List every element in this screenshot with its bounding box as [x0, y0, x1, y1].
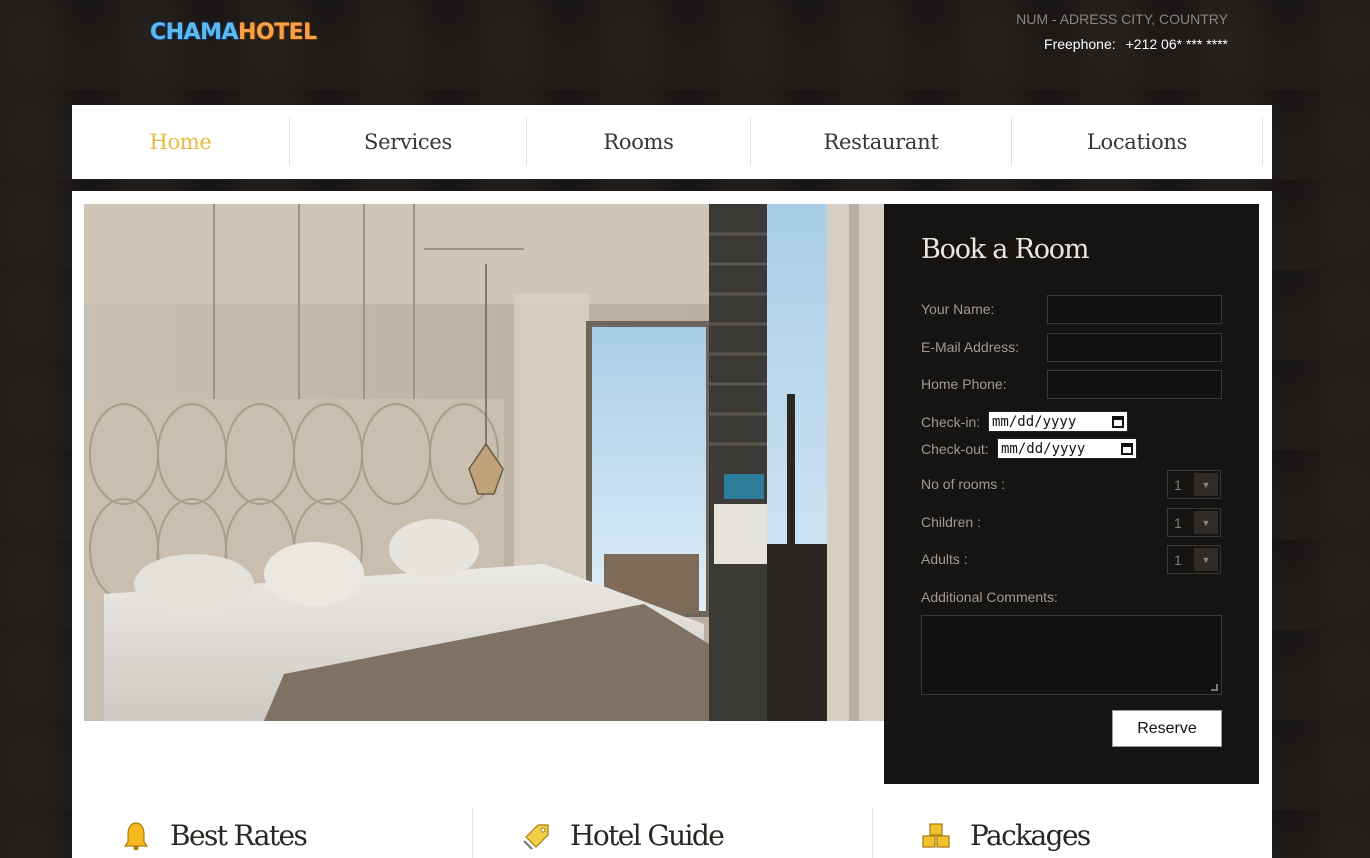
- nav-item-services[interactable]: Services: [290, 118, 527, 166]
- chevron-down-icon: ▼: [1194, 511, 1218, 534]
- address-text: NUM - ADRESS CITY, COUNTRY: [1016, 11, 1228, 27]
- checkout-value: mm/dd/yyyy: [1001, 440, 1086, 457]
- tag-icon: [523, 823, 549, 850]
- phone-label: Home Phone:: [921, 376, 1007, 392]
- feature-packages[interactable]: Packages: [922, 808, 1091, 858]
- adults-value: 1: [1174, 551, 1182, 568]
- hotel-room-image: [84, 204, 884, 721]
- checkin-value: mm/dd/yyyy: [992, 413, 1077, 430]
- main-nav: Home Services Rooms Restaurant Locations: [72, 105, 1272, 179]
- phone-line: Freephone: +212 06* *** ****: [1016, 36, 1228, 52]
- children-value: 1: [1174, 514, 1182, 531]
- adults-label: Adults :: [921, 551, 968, 567]
- cubes-icon: [922, 822, 950, 848]
- chevron-down-icon: ▼: [1194, 473, 1218, 496]
- nav-item-restaurant[interactable]: Restaurant: [751, 118, 1012, 166]
- rooms-value: 1: [1174, 476, 1182, 493]
- children-label: Children :: [921, 514, 981, 530]
- booking-title: Book a Room: [921, 234, 1089, 265]
- bell-icon: [123, 821, 149, 850]
- checkin-label: Check-in:: [921, 414, 981, 430]
- feature-hotel-guide[interactable]: Hotel Guide: [522, 808, 725, 858]
- phone-number: +212 06* *** ****: [1125, 36, 1228, 52]
- checkin-date-input[interactable]: mm/dd/yyyy: [988, 411, 1128, 432]
- calendar-icon[interactable]: [1121, 442, 1133, 455]
- features-bar: Best Rates Hotel Guide Packages: [72, 796, 1272, 858]
- booking-form: Book a Room Your Name: E-Mail Address: H…: [884, 204, 1259, 784]
- rooms-label: No of rooms :: [921, 476, 1006, 492]
- email-input[interactable]: [1047, 333, 1222, 362]
- logo-part1: CHAMA: [150, 20, 239, 45]
- name-label: Your Name:: [921, 301, 995, 317]
- chevron-down-icon: ▼: [1194, 548, 1218, 571]
- main-content: Book a Room Your Name: E-Mail Address: H…: [72, 191, 1272, 858]
- divider: [472, 808, 473, 858]
- nav-item-rooms[interactable]: Rooms: [527, 118, 751, 166]
- phone-label: Freephone:: [1044, 36, 1116, 52]
- feature-label: Best Rates: [170, 819, 308, 852]
- hotel-logo[interactable]: CHAMAHOTEL: [150, 20, 317, 45]
- nav-item-home[interactable]: Home: [72, 118, 290, 166]
- reserve-button[interactable]: Reserve: [1112, 710, 1222, 747]
- resize-handle-icon[interactable]: [1211, 684, 1218, 691]
- feature-label: Packages: [970, 819, 1091, 852]
- name-input[interactable]: [1047, 295, 1222, 324]
- comments-label: Additional Comments:: [921, 589, 1058, 605]
- checkout-label: Check-out:: [921, 441, 989, 457]
- feature-best-rates[interactable]: Best Rates: [122, 808, 308, 858]
- contact-info: NUM - ADRESS CITY, COUNTRY Freephone: +21…: [1016, 11, 1228, 52]
- feature-label: Hotel Guide: [570, 819, 725, 852]
- comments-textarea[interactable]: [921, 615, 1222, 695]
- divider: [872, 808, 873, 858]
- children-select[interactable]: 1 ▼: [1167, 508, 1221, 537]
- nav-item-locations[interactable]: Locations: [1012, 118, 1263, 166]
- logo-part2: HOTEL: [238, 20, 317, 45]
- rooms-select[interactable]: 1 ▼: [1167, 470, 1221, 499]
- checkout-date-input[interactable]: mm/dd/yyyy: [997, 438, 1137, 459]
- calendar-icon[interactable]: [1112, 415, 1124, 428]
- hero-image-slider[interactable]: [84, 204, 884, 721]
- adults-select[interactable]: 1 ▼: [1167, 545, 1221, 574]
- email-label: E-Mail Address:: [921, 339, 1020, 355]
- phone-input[interactable]: [1047, 370, 1222, 399]
